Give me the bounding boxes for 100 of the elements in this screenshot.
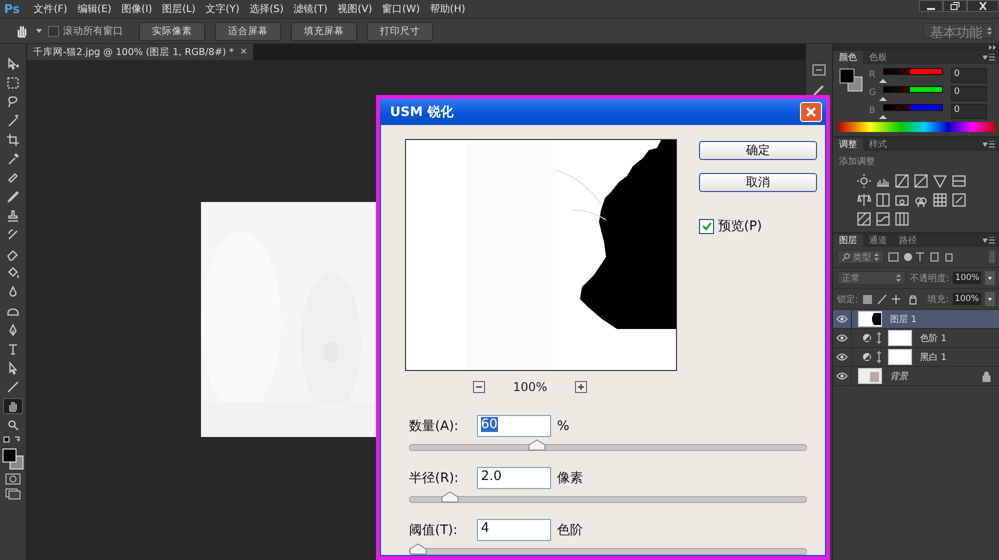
menu-item[interactable]: 文字(Y)	[202, 2, 244, 16]
color-bars-icon[interactable]	[952, 174, 966, 188]
input-field[interactable]: 2.0	[477, 467, 551, 489]
fill-field[interactable]: 100%	[952, 293, 981, 305]
layer-row[interactable]: 图层 1	[833, 310, 999, 329]
close-icon	[978, 2, 988, 10]
menu-item[interactable]: 视图(V)	[334, 2, 376, 16]
panel-tab[interactable]: 色板	[863, 51, 893, 64]
slider-thumb[interactable]	[440, 491, 459, 503]
menu-item[interactable]: 文件(F)	[30, 2, 72, 16]
mask-thumbnail	[888, 349, 912, 365]
menu-item[interactable]: 图像(I)	[117, 2, 156, 16]
close-icon	[805, 106, 817, 118]
lock-label: 锁定:	[837, 294, 858, 306]
opacity-label: 不透明度:	[910, 272, 950, 284]
panel-tab[interactable]: 图层	[833, 234, 863, 247]
scales-icon[interactable]	[857, 193, 871, 207]
channel-value[interactable]: 0	[951, 104, 987, 118]
menu-item[interactable]: 编辑(E)	[73, 2, 116, 16]
panel-menu-icon[interactable]	[983, 54, 995, 61]
eye-icon[interactable]	[836, 372, 848, 380]
eye-icon[interactable]	[836, 353, 848, 361]
zoom-preset-button[interactable]: 填充屏幕	[291, 22, 357, 40]
zoom-preset-button[interactable]: 打印尺寸	[367, 22, 433, 40]
panel-tab[interactable]: 样式	[863, 138, 893, 151]
screen-mode-icon[interactable]	[5, 488, 21, 500]
sun-icon[interactable]	[857, 174, 871, 188]
camera-icon[interactable]	[895, 193, 909, 207]
adjustment-icon	[862, 352, 872, 362]
input-field[interactable]: 4	[477, 519, 551, 541]
color-spectrum[interactable]	[839, 122, 995, 132]
gradient-icon[interactable]	[895, 212, 909, 226]
field-label: 半径(R):	[409, 470, 460, 487]
fill-label: 填充:	[928, 294, 949, 306]
layer-row[interactable]: 黑白 1	[833, 348, 999, 367]
panel-tab[interactable]: 调整	[833, 138, 863, 151]
eye-icon[interactable]	[836, 315, 848, 323]
document-title: 千库网-猫2.jpg @ 100% (图层 1, RGB/8#) *	[33, 46, 234, 58]
color-swatches-icon[interactable]	[839, 68, 863, 92]
layer-name: 背景	[890, 370, 908, 382]
menu-item[interactable]: 窗口(W)	[378, 2, 424, 16]
document-tab[interactable]: 千库网-猫2.jpg @ 100% (图层 1, RGB/8#) * ×	[27, 44, 254, 60]
minimize-button[interactable]	[919, 0, 943, 12]
close-button[interactable]	[967, 0, 999, 12]
blend-mode-dropdown[interactable]: 正常	[837, 271, 906, 285]
panel-tab[interactable]: 路径	[893, 234, 923, 247]
channel-value[interactable]: 0	[951, 68, 987, 82]
color-swatches-icon[interactable]	[2, 448, 24, 470]
panel-menu-icon[interactable]	[983, 237, 995, 244]
stepper-icon	[987, 27, 992, 35]
dialog-button[interactable]: 确定	[699, 141, 817, 160]
grid-icon[interactable]	[933, 193, 947, 207]
hand-icon[interactable]	[3, 398, 23, 414]
layer-name: 色阶 1	[920, 332, 947, 344]
restore-icon	[950, 2, 960, 10]
field-label: 数量(A):	[409, 418, 460, 435]
triangle-icon[interactable]	[933, 174, 947, 188]
eye-icon[interactable]	[836, 334, 848, 342]
input-field[interactable]: 60	[477, 415, 551, 437]
color-slider[interactable]	[881, 68, 943, 82]
zoom-out-button[interactable]	[473, 381, 485, 393]
checkbox-label: 预览(P)	[718, 218, 762, 235]
mask-thumbnail	[888, 330, 912, 346]
quick-mask-icon[interactable]	[5, 473, 21, 485]
layer-row[interactable]: 色阶 1	[833, 329, 999, 348]
adjustment-icon	[862, 333, 872, 343]
checkbox[interactable]	[699, 218, 714, 234]
dropdown-arrow-icon[interactable]	[985, 271, 995, 285]
history-icon[interactable]	[812, 64, 826, 76]
dialog-button[interactable]: 取消	[699, 173, 817, 192]
caret-icon[interactable]	[36, 29, 42, 33]
checkbox[interactable]	[48, 26, 59, 36]
layer-name: 图层 1	[890, 314, 917, 326]
tab-close-button[interactable]: ×	[240, 47, 248, 57]
slider-thumb[interactable]	[528, 439, 546, 451]
channel-label: R	[869, 70, 876, 80]
color-slider[interactable]	[881, 86, 943, 100]
menu-item[interactable]: 图层(L)	[158, 2, 200, 16]
stripes-icon[interactable]	[857, 212, 871, 226]
menu-item[interactable]: 帮助(H)	[426, 2, 470, 16]
panel-tab[interactable]: 颜色	[833, 51, 863, 64]
zoom-in-button[interactable]	[575, 381, 588, 393]
brush-panel-icon[interactable]	[812, 84, 826, 96]
slider-thumb[interactable]	[408, 543, 427, 555]
link-icon	[876, 332, 882, 344]
unit-label: %	[557, 418, 570, 434]
panel-menu-icon[interactable]	[983, 141, 995, 148]
panel-tab[interactable]: 通道	[863, 234, 893, 247]
filter-toggle[interactable]	[989, 251, 995, 263]
zoom-preset-button[interactable]: 实际像素	[139, 22, 205, 40]
layer-row[interactable]: 背景	[833, 367, 999, 386]
curves-icon[interactable]	[895, 174, 909, 188]
field-label: 阈值(T):	[409, 522, 458, 539]
zoom-preset-button[interactable]: 适合屏幕	[215, 22, 281, 40]
menu-item[interactable]: 选择(S)	[245, 2, 288, 16]
unit-label: 色阶	[557, 522, 583, 539]
opacity-field[interactable]: 100%	[953, 272, 982, 284]
restore-button[interactable]	[943, 0, 967, 12]
channel-value[interactable]: 0	[951, 86, 987, 100]
menu-item[interactable]: 滤镜(T)	[290, 2, 332, 16]
